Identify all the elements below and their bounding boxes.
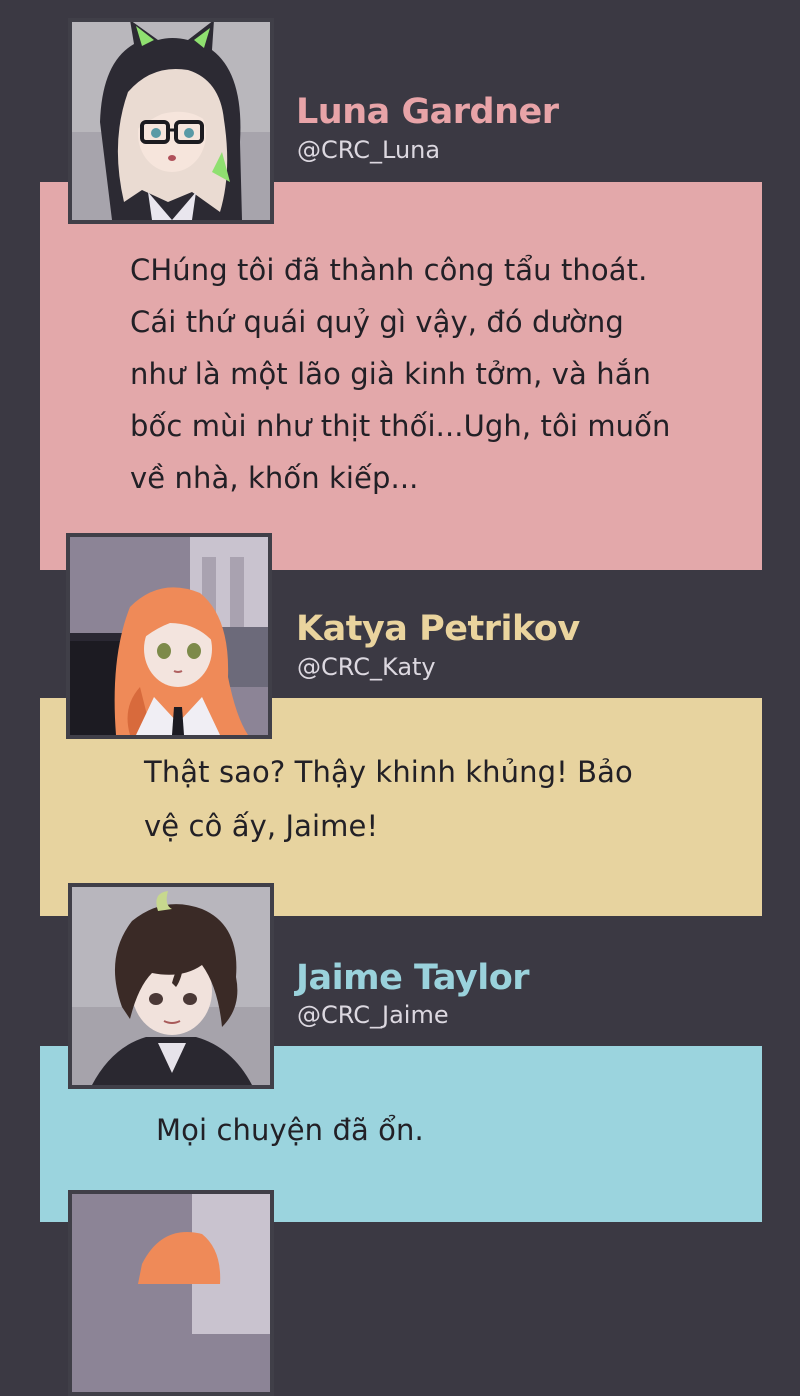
- message-line: như là một lão già kinh tởm, và hắn: [130, 357, 652, 391]
- user-handle-luna: @CRC_Luna: [297, 136, 441, 164]
- message-bubble-luna: CHúng tôi đã thành công tẩu thoát. Cái t…: [40, 182, 762, 570]
- avatar-jaime-image: [72, 887, 270, 1085]
- avatar-luna-image: [72, 22, 270, 220]
- avatar-next-partial-image: [72, 1194, 270, 1392]
- message-line: về nhà, khốn kiếp...: [130, 461, 419, 495]
- user-name-luna: Luna Gardner: [296, 92, 559, 132]
- user-handle-jaime: @CRC_Jaime: [297, 1001, 449, 1029]
- avatar-katya: [66, 533, 272, 739]
- message-line: CHúng tôi đã thành công tẩu thoát.: [130, 253, 648, 287]
- message-line: Cái thứ quái quỷ gì vậy, đó dường: [130, 305, 624, 339]
- message-line: vệ cô ấy, Jaime!: [144, 809, 379, 843]
- user-name-jaime: Jaime Taylor: [296, 958, 530, 998]
- avatar-jaime: [68, 883, 274, 1089]
- user-handle-katya: @CRC_Katy: [297, 653, 436, 681]
- message-line: Thật sao? Thậy khinh khủng! Bảo: [144, 755, 633, 789]
- message-line: Mọi chuyện đã ổn.: [156, 1113, 424, 1147]
- avatar-katya-image: [70, 537, 268, 735]
- avatar-next-partial: [68, 1190, 274, 1396]
- message-line: bốc mùi như thịt thối...Ugh, tôi muốn: [130, 409, 671, 443]
- user-name-katya: Katya Petrikov: [296, 609, 580, 649]
- avatar-luna: [68, 18, 274, 224]
